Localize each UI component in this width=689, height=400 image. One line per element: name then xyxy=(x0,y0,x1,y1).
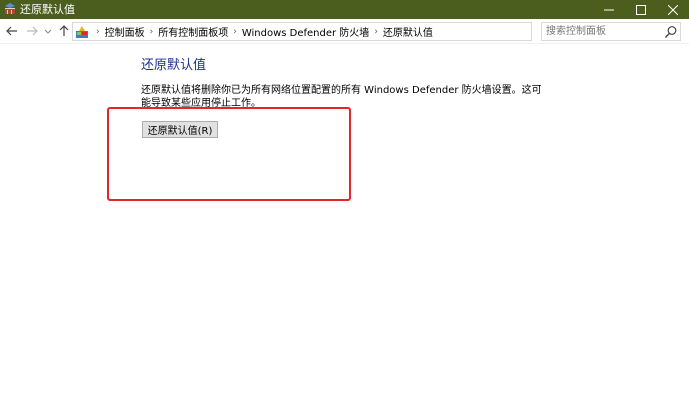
breadcrumb-separator[interactable]: › xyxy=(150,27,154,37)
breadcrumb-separator: › xyxy=(96,26,100,37)
breadcrumb-separator[interactable]: › xyxy=(233,27,237,37)
up-button[interactable] xyxy=(56,23,72,39)
navigation-bar: › 控制面板 › 所有控制面板项 › Windows Defender 防火墙 … xyxy=(0,19,689,44)
chevron-down-icon xyxy=(44,29,52,34)
breadcrumb-all-items[interactable]: 所有控制面板项 xyxy=(158,24,228,39)
maximize-icon xyxy=(636,4,646,15)
breadcrumb-firewall[interactable]: Windows Defender 防火墙 xyxy=(242,24,369,39)
restore-defaults-button[interactable]: 还原默认值(R) xyxy=(142,121,218,138)
firewall-app-icon xyxy=(5,3,15,14)
search-icon[interactable] xyxy=(664,25,678,39)
arrow-right-icon xyxy=(27,26,38,36)
breadcrumb-control-panel[interactable]: 控制面板 xyxy=(105,24,145,39)
control-panel-icon xyxy=(76,26,88,38)
window-title: 还原默认值 xyxy=(20,3,75,16)
arrow-left-icon xyxy=(6,26,17,36)
breadcrumb: › 控制面板 › 所有控制面板项 › Windows Defender 防火墙 … xyxy=(91,23,433,40)
breadcrumb-restore-defaults[interactable]: 还原默认值 xyxy=(383,24,433,39)
search-input[interactable] xyxy=(546,24,661,39)
back-button[interactable] xyxy=(4,23,20,39)
minimize-icon xyxy=(604,9,614,10)
address-bar[interactable]: › 控制面板 › 所有控制面板项 › Windows Defender 防火墙 … xyxy=(72,22,601,41)
arrow-up-icon xyxy=(59,25,69,36)
title-bar: 还原默认值 xyxy=(0,0,689,19)
page-title: 还原默认值 xyxy=(141,58,207,73)
forward-button[interactable] xyxy=(24,23,40,39)
minimize-button[interactable] xyxy=(593,0,625,19)
description-text: 还原默认值将删除你已为所有网络位置配置的所有 Windows Defender … xyxy=(141,85,542,109)
search-box[interactable] xyxy=(541,22,681,41)
close-icon xyxy=(668,4,678,15)
maximize-button[interactable] xyxy=(625,0,657,19)
close-button[interactable] xyxy=(657,0,689,19)
breadcrumb-separator[interactable]: › xyxy=(374,27,378,37)
recent-locations-button[interactable] xyxy=(42,23,54,39)
